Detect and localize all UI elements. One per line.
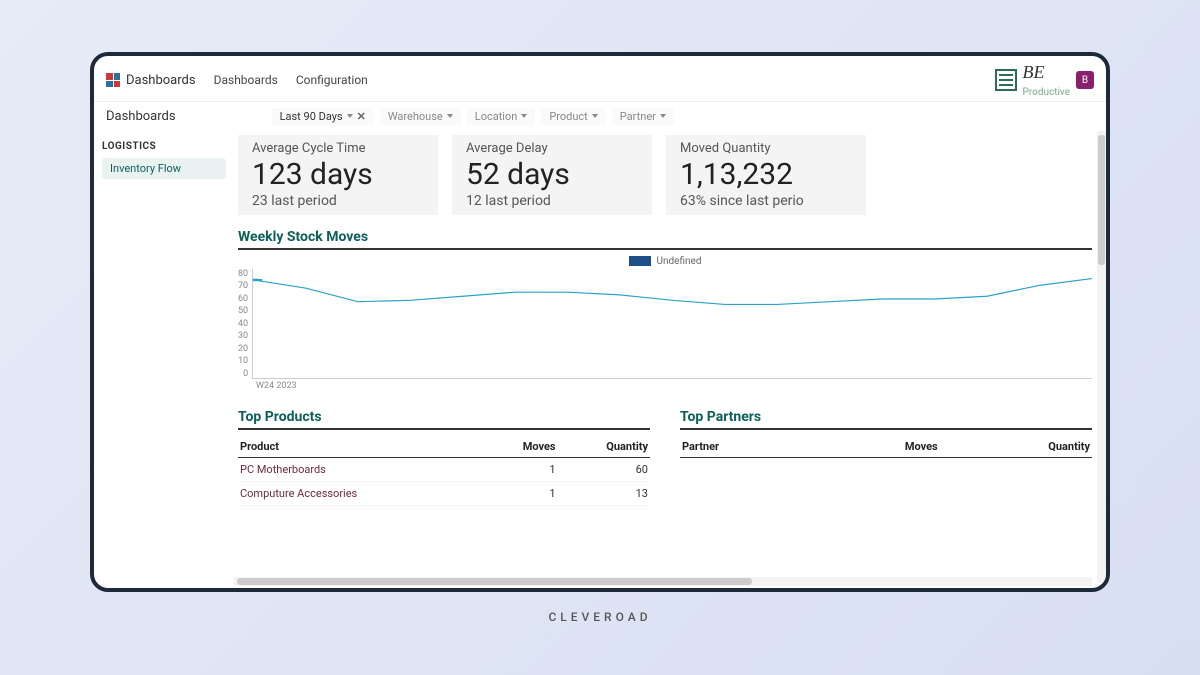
chevron-down-icon: [592, 114, 598, 118]
legend-swatch: [629, 256, 651, 266]
legend-label: Undefined: [657, 256, 702, 267]
kpi-moved-quantity: Moved Quantity 1,13,232 63% since last p…: [666, 135, 866, 215]
kpi-label: Average Delay: [466, 141, 638, 156]
kpi-value: 52 days: [466, 158, 638, 191]
table-top-products: Top Products Product Moves Quantity PC M…: [238, 409, 650, 506]
kpi-avg-cycle-time: Average Cycle Time 123 days 23 last peri…: [238, 135, 438, 215]
filter-warehouse-label: Warehouse: [388, 110, 443, 123]
filter-warehouse[interactable]: Warehouse: [380, 108, 461, 125]
chevron-down-icon: [447, 114, 453, 118]
brand-badge: B: [1076, 71, 1094, 89]
chevron-down-icon: [521, 114, 527, 118]
chart-line-svg: [253, 269, 1092, 378]
filter-product[interactable]: Product: [541, 108, 605, 125]
nav-configuration[interactable]: Configuration: [296, 73, 368, 87]
filter-product-label: Product: [549, 110, 587, 123]
close-icon[interactable]: ✕: [357, 110, 366, 123]
table-row[interactable]: Computure Accessories113: [238, 481, 650, 505]
kpi-value: 123 days: [252, 158, 424, 191]
scrollbar-vertical[interactable]: [1097, 131, 1106, 583]
col-product: Product: [238, 436, 483, 458]
table-title: Top Products: [238, 409, 650, 430]
chart-x-label: W24 2023: [256, 381, 1092, 391]
sidebar-item-inventory-flow[interactable]: Inventory Flow: [102, 158, 226, 179]
col-quantity: Quantity: [558, 436, 650, 458]
cell-moves: 1: [483, 481, 558, 505]
app-logo-icon: [106, 73, 120, 87]
scrollbar-horizontal[interactable]: [234, 577, 1092, 586]
cell-product: Computure Accessories: [238, 481, 483, 505]
filter-range-label: Last 90 Days: [280, 110, 343, 123]
table-title: Top Partners: [680, 409, 1092, 430]
filter-range[interactable]: Last 90 Days ✕: [272, 108, 374, 125]
kpi-label: Moved Quantity: [680, 141, 852, 156]
list-icon: [995, 69, 1017, 91]
chart-weekly-stock-moves: Weekly Stock Moves Undefined 80706050403…: [238, 229, 1092, 391]
kpi-label: Average Cycle Time: [252, 141, 424, 156]
nav-dashboards[interactable]: Dashboards: [214, 73, 278, 87]
chart-title: Weekly Stock Moves: [238, 229, 1092, 250]
page-title: Dashboards: [106, 109, 176, 124]
kpi-avg-delay: Average Delay 52 days 12 last period: [452, 135, 652, 215]
brand-be: BE: [1023, 62, 1045, 82]
sidebar: LOGISTICS Inventory Flow: [94, 131, 234, 592]
brand-logo-right: BE Productive B: [995, 62, 1094, 99]
kpi-sub: 12 last period: [466, 193, 638, 209]
kpi-value: 1,13,232: [680, 158, 852, 191]
filter-partner-label: Partner: [620, 110, 656, 123]
chevron-down-icon: [660, 114, 666, 118]
table-top-partners: Top Partners Partner Moves Quantity: [680, 409, 1092, 506]
app-window: Dashboards Dashboards Configuration BE P…: [90, 52, 1110, 592]
filter-bar: Dashboards Last 90 Days ✕ Warehouse Loca…: [94, 102, 1106, 131]
topbar: Dashboards Dashboards Configuration BE P…: [94, 56, 1106, 102]
cell-product: PC Motherboards: [238, 457, 483, 481]
filter-partner[interactable]: Partner: [612, 108, 674, 125]
col-moves: Moves: [817, 436, 940, 458]
tables-row: Top Products Product Moves Quantity PC M…: [238, 409, 1092, 506]
footer-brand: CLEVEROAD: [548, 610, 651, 624]
chevron-down-icon: [347, 114, 353, 118]
cell-moves: 1: [483, 457, 558, 481]
filter-location[interactable]: Location: [467, 108, 536, 125]
main-content: Average Cycle Time 123 days 23 last peri…: [234, 131, 1106, 592]
cell-quantity: 60: [558, 457, 650, 481]
col-partner: Partner: [680, 436, 817, 458]
sidebar-section-logistics: LOGISTICS: [102, 141, 226, 152]
kpi-sub: 63% since last perio: [680, 193, 852, 209]
col-moves: Moves: [483, 436, 558, 458]
kpi-sub: 23 last period: [252, 193, 424, 209]
col-quantity: Quantity: [940, 436, 1092, 458]
table-row[interactable]: PC Motherboards160: [238, 457, 650, 481]
kpi-row: Average Cycle Time 123 days 23 last peri…: [238, 135, 1092, 215]
brand-productive: Productive: [1023, 87, 1070, 98]
chart-plot-area: [252, 269, 1092, 379]
chart-legend: Undefined: [238, 256, 1092, 267]
chart-y-axis: 80706050403020100: [238, 269, 252, 379]
cell-quantity: 13: [558, 481, 650, 505]
app-name: Dashboards: [126, 73, 196, 88]
filter-location-label: Location: [475, 110, 518, 123]
